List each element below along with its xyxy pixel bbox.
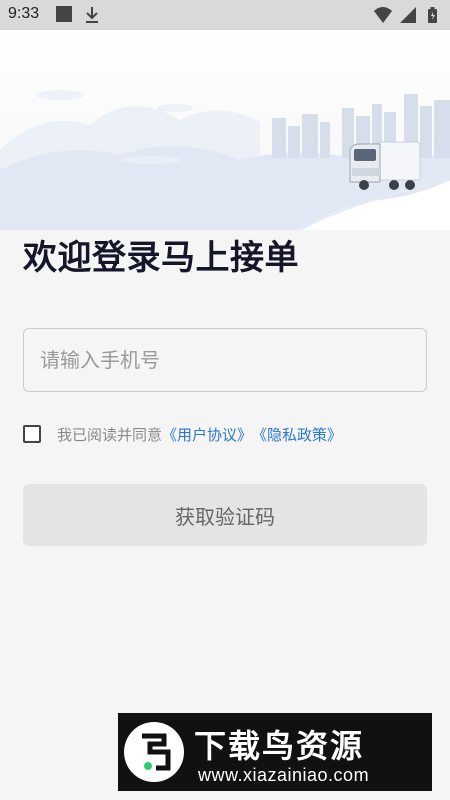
agreement-text: 我已阅读并同意 (57, 425, 163, 444)
status-icons-group (374, 7, 437, 23)
agreement-row: 我已阅读并同意 《用户协议》 《隐私政策》 (23, 420, 342, 448)
privacy-policy-link[interactable]: 《隐私政策》 (252, 424, 342, 445)
watermark-logo-icon (124, 722, 184, 782)
user-agreement-link[interactable]: 《用户协议》 (162, 424, 252, 445)
download-icon (86, 7, 98, 23)
phone-number-input[interactable] (23, 328, 427, 392)
notification-square-icon (56, 6, 72, 22)
get-verification-code-button[interactable]: 获取验证码 (23, 484, 427, 546)
watermark-url: www.xiazainiao.com (198, 765, 370, 785)
watermark-banner: 下载鸟资源 www.xiazainiao.com (118, 713, 432, 791)
wifi-icon (374, 7, 392, 23)
status-time: 9:33 (8, 5, 40, 22)
watermark-title: 下载鸟资源 (194, 727, 365, 765)
page-title: 欢迎登录马上接单 (23, 238, 299, 278)
agreement-checkbox[interactable] (23, 425, 41, 443)
status-bar: 9:33 (0, 0, 450, 30)
battery-icon (428, 7, 437, 23)
header-illustration (0, 30, 450, 230)
signal-icon (400, 7, 416, 23)
